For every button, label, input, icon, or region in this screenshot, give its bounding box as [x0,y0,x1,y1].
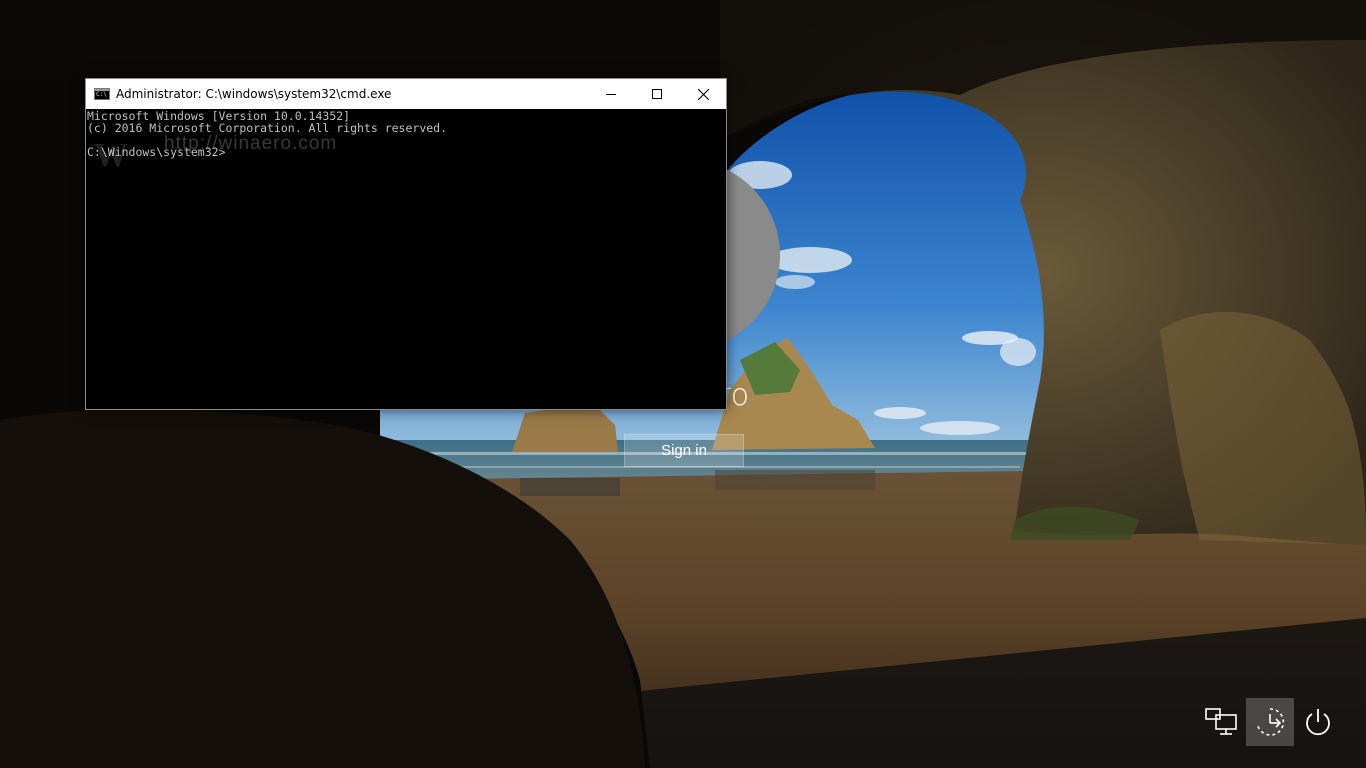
sign-in-button[interactable]: Sign in [624,434,744,467]
ease-of-access-icon [1257,708,1285,736]
console-output[interactable]: Microsoft Windows [Version 10.0.14352] (… [86,109,726,409]
cmd-window[interactable]: Administrator: C:\windows\system32\cmd.e… [85,78,727,410]
minimize-icon [606,94,616,95]
watermark-text: http://winaero.com [164,133,338,154]
maximize-icon [652,89,662,99]
network-icon [1205,708,1237,735]
power-button[interactable] [1294,698,1342,746]
close-button[interactable] [680,79,726,109]
ease-of-access-button[interactable] [1246,698,1294,746]
window-controls [588,79,726,109]
power-icon [1306,709,1330,736]
minimize-button[interactable] [588,79,634,109]
watermark-logo: W [94,137,128,174]
maximize-button[interactable] [634,79,680,109]
close-icon [697,88,709,100]
network-button[interactable] [1198,698,1246,746]
window-title: Administrator: C:\windows\system32\cmd.e… [116,87,392,101]
cmd-titlebar[interactable]: Administrator: C:\windows\system32\cmd.e… [86,79,726,109]
cmd-app-icon[interactable] [94,88,110,100]
